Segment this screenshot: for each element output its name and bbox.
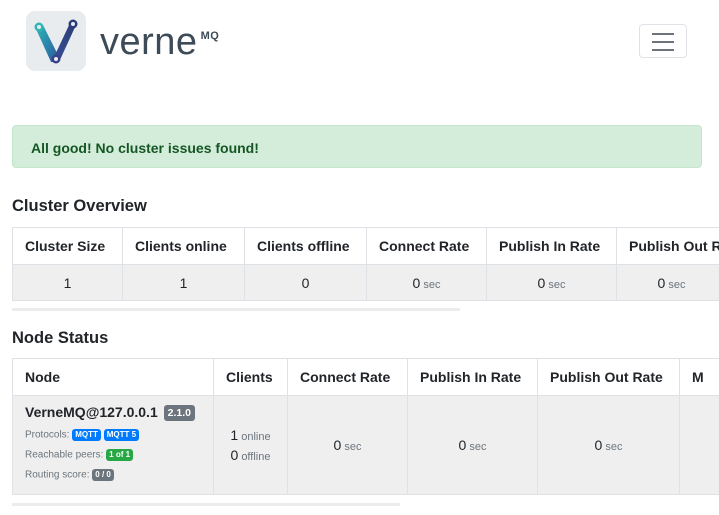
hamburger-menu-icon-bar — [652, 49, 674, 51]
clients-offline-value: 0 — [301, 274, 310, 291]
column-header: Connect Rate — [366, 227, 487, 265]
column-header: Clients online — [122, 227, 245, 265]
publish-in-rate-cell: 0 sec — [407, 395, 538, 495]
hamburger-menu-icon — [652, 33, 674, 35]
node-name: VerneMQ@127.0.0.1 — [25, 404, 158, 420]
publish-out-rate-value: 0 — [657, 274, 666, 291]
column-header: Node — [12, 358, 214, 396]
brand-name: verne — [100, 21, 198, 63]
rate-unit: sec — [344, 441, 362, 453]
brand-suffix: MQ — [200, 30, 220, 42]
offline-label: offline — [241, 451, 271, 463]
clients-online-value: 1 — [230, 427, 239, 443]
column-header: Clients offline — [244, 227, 367, 265]
table-row: 1 1 0 0 sec 0 sec 0 sec — [12, 264, 719, 301]
extra-column-cell — [679, 395, 719, 495]
horizontal-scrollbar[interactable] — [12, 308, 460, 311]
table-row: VerneMQ@127.0.0.1 2.1.0 Protocols: MQTT … — [12, 395, 719, 495]
column-header: M — [679, 358, 719, 396]
node-status-title: Node Status — [12, 329, 109, 347]
publish-out-rate-cell: 0 sec — [537, 395, 680, 495]
peers-row: Reachable peers: 1 of 1 — [25, 449, 201, 462]
rate-unit: sec — [423, 278, 441, 291]
column-header: Connect Rate — [287, 358, 408, 396]
rate-unit: sec — [548, 278, 566, 291]
vernemq-logo-icon[interactable] — [26, 11, 86, 71]
connect-rate-value: 0 — [333, 437, 342, 453]
publish-in-rate-value: 0 — [458, 437, 467, 453]
hamburger-menu-button[interactable] — [639, 24, 687, 58]
protocol-badge: MQTT 5 — [103, 429, 140, 442]
rate-unit: sec — [605, 441, 623, 453]
peers-badge: 1 of 1 — [106, 449, 134, 462]
clients-offline-value: 0 — [230, 447, 239, 463]
node-cell: VerneMQ@127.0.0.1 2.1.0 Protocols: MQTT … — [12, 395, 214, 495]
connect-rate-cell: 0 sec — [366, 264, 487, 301]
connect-rate-cell: 0 sec — [287, 395, 408, 495]
brand-wordmark[interactable]: verne MQ — [100, 22, 219, 62]
column-header: Cluster Size — [12, 227, 123, 265]
protocol-badge: MQTT — [72, 429, 101, 442]
clients-online-value: 1 — [179, 274, 188, 291]
navbar: verne MQ — [0, 0, 719, 90]
routing-badge: 0 / 0 — [92, 469, 114, 482]
publish-out-rate-value: 0 — [594, 437, 603, 453]
clients-offline-cell: 0 — [244, 264, 367, 301]
publish-out-rate-cell: 0 sec — [616, 264, 719, 301]
clients-cell: 1 online 0 offline — [213, 395, 288, 495]
publish-in-rate-value: 0 — [537, 274, 546, 291]
rate-unit: sec — [469, 441, 487, 453]
connect-rate-value: 0 — [412, 274, 421, 291]
cluster-size-value: 1 — [63, 274, 72, 291]
horizontal-scrollbar[interactable] — [12, 503, 400, 506]
hamburger-menu-icon-bar — [652, 41, 674, 43]
node-status-table: Node Clients Connect Rate Publish In Rat… — [12, 358, 719, 495]
routing-label: Routing score: — [25, 469, 90, 481]
column-header: Publish In Rate — [407, 358, 538, 396]
routing-row: Routing score: 0 / 0 — [25, 469, 201, 482]
table-header-row: Node Clients Connect Rate Publish In Rat… — [12, 358, 719, 396]
clients-online-cell: 1 — [122, 264, 245, 301]
rate-unit: sec — [668, 278, 686, 291]
cluster-overview-title: Cluster Overview — [12, 197, 147, 215]
table-header-row: Cluster Size Clients online Clients offl… — [12, 227, 719, 265]
cluster-overview-table: Cluster Size Clients online Clients offl… — [12, 227, 719, 301]
column-header: Clients — [213, 358, 288, 396]
cluster-size-cell: 1 — [12, 264, 123, 301]
protocols-label: Protocols: — [25, 429, 70, 441]
peers-label: Reachable peers: — [25, 449, 104, 461]
column-header: Publish In Rate — [486, 227, 617, 265]
version-badge: 2.1.0 — [163, 405, 195, 422]
protocols-row: Protocols: MQTT MQTT 5 — [25, 429, 201, 442]
online-label: online — [241, 431, 271, 443]
cluster-status-alert: All good! No cluster issues found! — [12, 125, 702, 168]
column-header: Publish Out Rate — [616, 227, 719, 265]
publish-in-rate-cell: 0 sec — [486, 264, 617, 301]
column-header: Publish Out Rate — [537, 358, 680, 396]
